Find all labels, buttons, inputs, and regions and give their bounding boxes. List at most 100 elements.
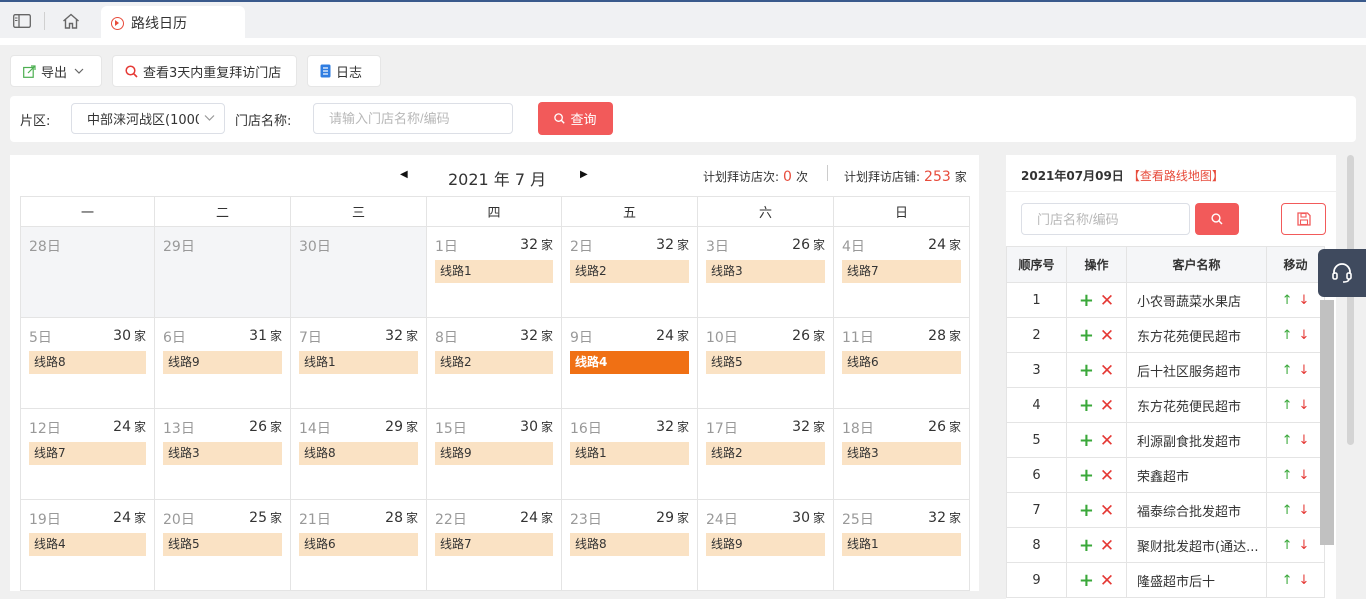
page-scrollbar[interactable] [1347, 155, 1354, 445]
move-down-icon[interactable]: ↓ [1299, 573, 1310, 588]
route-tag[interactable]: 线路1 [842, 533, 961, 556]
calendar-day-cell[interactable]: 24日 30 家线路9 [697, 499, 834, 591]
prev-month-button[interactable]: ◀ [400, 169, 408, 180]
next-month-button[interactable]: ▶ [580, 169, 588, 180]
move-up-icon[interactable]: ↑ [1282, 468, 1293, 483]
calendar-day-cell[interactable]: 21日 28 家线路6 [290, 499, 427, 591]
route-tag[interactable]: 线路6 [299, 533, 418, 556]
calendar-day-cell[interactable]: 3日 26 家线路3 [697, 226, 834, 318]
route-tag[interactable]: 线路1 [435, 260, 553, 283]
export-button[interactable]: 导出 [10, 55, 102, 87]
calendar-day-cell[interactable]: 6日 31 家线路9 [154, 317, 291, 409]
add-icon[interactable]: + [1079, 290, 1094, 311]
calendar-day-cell[interactable]: 13日 26 家线路3 [154, 408, 291, 500]
query-button[interactable]: 查询 [538, 102, 613, 135]
calendar-day-cell[interactable]: 16日 32 家线路1 [561, 408, 698, 500]
calendar-day-cell[interactable]: 17日 32 家线路2 [697, 408, 834, 500]
remove-icon[interactable]: ✕ [1100, 431, 1114, 451]
remove-icon[interactable]: ✕ [1100, 571, 1114, 591]
route-tag[interactable]: 线路1 [299, 351, 418, 374]
route-tag[interactable]: 线路3 [163, 442, 282, 465]
route-tag[interactable]: 线路8 [29, 351, 146, 374]
add-icon[interactable]: + [1079, 535, 1094, 556]
calendar-day-cell[interactable]: 18日 26 家线路3 [833, 408, 970, 500]
log-button[interactable]: 日志 [307, 55, 381, 87]
calendar-day-cell[interactable]: 4日 24 家线路7 [833, 226, 970, 318]
calendar-day-cell[interactable]: 8日 32 家线路2 [426, 317, 562, 409]
move-down-icon[interactable]: ↓ [1299, 538, 1310, 553]
move-up-icon[interactable]: ↑ [1282, 363, 1293, 378]
calendar-day-cell[interactable]: 14日 29 家线路8 [290, 408, 427, 500]
table-scrollbar[interactable] [1320, 300, 1334, 545]
add-icon[interactable]: + [1079, 325, 1094, 346]
move-down-icon[interactable]: ↓ [1299, 468, 1310, 483]
remove-icon[interactable]: ✕ [1100, 396, 1114, 416]
calendar-day-cell[interactable]: 9日 24 家线路4 [561, 317, 698, 409]
route-tag[interactable]: 线路7 [435, 533, 553, 556]
calendar-day-cell[interactable]: 20日 25 家线路5 [154, 499, 291, 591]
calendar-day-cell[interactable]: 10日 26 家线路5 [697, 317, 834, 409]
calendar-day-cell[interactable]: 22日 24 家线路7 [426, 499, 562, 591]
calendar-day-cell[interactable]: 12日 24 家线路7 [20, 408, 155, 500]
add-icon[interactable]: + [1079, 500, 1094, 521]
route-tag[interactable]: 线路2 [570, 260, 689, 283]
move-up-icon[interactable]: ↑ [1282, 433, 1293, 448]
move-down-icon[interactable]: ↓ [1299, 328, 1310, 343]
add-icon[interactable]: + [1079, 360, 1094, 381]
move-down-icon[interactable]: ↓ [1299, 363, 1310, 378]
calendar-day-cell[interactable]: 19日 24 家线路4 [20, 499, 155, 591]
route-tag[interactable]: 线路5 [163, 533, 282, 556]
route-tag[interactable]: 线路7 [29, 442, 146, 465]
detail-search-input[interactable] [1021, 203, 1190, 235]
remove-icon[interactable]: ✕ [1100, 501, 1114, 521]
home-icon[interactable] [60, 11, 82, 31]
move-up-icon[interactable]: ↑ [1282, 503, 1293, 518]
calendar-day-cell[interactable]: 11日 28 家线路6 [833, 317, 970, 409]
store-search-input[interactable] [313, 103, 513, 134]
route-tag[interactable]: 线路9 [163, 351, 282, 374]
route-tag[interactable]: 线路9 [435, 442, 553, 465]
remove-icon[interactable]: ✕ [1100, 291, 1114, 311]
detail-search-button[interactable] [1195, 203, 1239, 235]
remove-icon[interactable]: ✕ [1100, 536, 1114, 556]
calendar-day-cell[interactable]: 1日 32 家线路1 [426, 226, 562, 318]
calendar-day-cell[interactable]: 7日 32 家线路1 [290, 317, 427, 409]
add-icon[interactable]: + [1079, 570, 1094, 591]
add-icon[interactable]: + [1079, 395, 1094, 416]
remove-icon[interactable]: ✕ [1100, 466, 1114, 486]
add-icon[interactable]: + [1079, 465, 1094, 486]
sidebar-toggle-icon[interactable] [12, 11, 32, 31]
remove-icon[interactable]: ✕ [1100, 326, 1114, 346]
route-tag[interactable]: 线路2 [706, 442, 825, 465]
move-down-icon[interactable]: ↓ [1299, 293, 1310, 308]
route-tag[interactable]: 线路9 [706, 533, 825, 556]
tab-route-calendar[interactable]: 路线日历 [101, 6, 245, 40]
route-tag[interactable]: 线路8 [299, 442, 418, 465]
move-up-icon[interactable]: ↑ [1282, 538, 1293, 553]
route-tag[interactable]: 线路1 [570, 442, 689, 465]
route-tag[interactable]: 线路4 [29, 533, 146, 556]
route-tag[interactable]: 线路5 [706, 351, 825, 374]
move-up-icon[interactable]: ↑ [1282, 328, 1293, 343]
calendar-day-cell[interactable]: 25日 32 家线路1 [833, 499, 970, 591]
move-up-icon[interactable]: ↑ [1282, 573, 1293, 588]
route-tag[interactable]: 线路3 [706, 260, 825, 283]
route-tag[interactable]: 线路7 [842, 260, 961, 283]
add-icon[interactable]: + [1079, 430, 1094, 451]
calendar-day-cell[interactable]: 5日 30 家线路8 [20, 317, 155, 409]
route-tag[interactable]: 线路4 [570, 351, 689, 374]
calendar-day-cell[interactable]: 15日 30 家线路9 [426, 408, 562, 500]
route-tag[interactable]: 线路2 [435, 351, 553, 374]
remove-icon[interactable]: ✕ [1100, 361, 1114, 381]
move-down-icon[interactable]: ↓ [1299, 503, 1310, 518]
move-down-icon[interactable]: ↓ [1299, 398, 1310, 413]
route-tag[interactable]: 线路8 [570, 533, 689, 556]
move-up-icon[interactable]: ↑ [1282, 398, 1293, 413]
route-tag[interactable]: 线路3 [842, 442, 961, 465]
calendar-day-cell[interactable]: 2日 32 家线路2 [561, 226, 698, 318]
calendar-day-cell[interactable]: 23日 29 家线路8 [561, 499, 698, 591]
route-tag[interactable]: 线路6 [842, 351, 961, 374]
move-down-icon[interactable]: ↓ [1299, 433, 1310, 448]
route-map-link[interactable]: 【查看路线地图】 [1128, 169, 1224, 183]
save-button[interactable] [1281, 203, 1326, 235]
